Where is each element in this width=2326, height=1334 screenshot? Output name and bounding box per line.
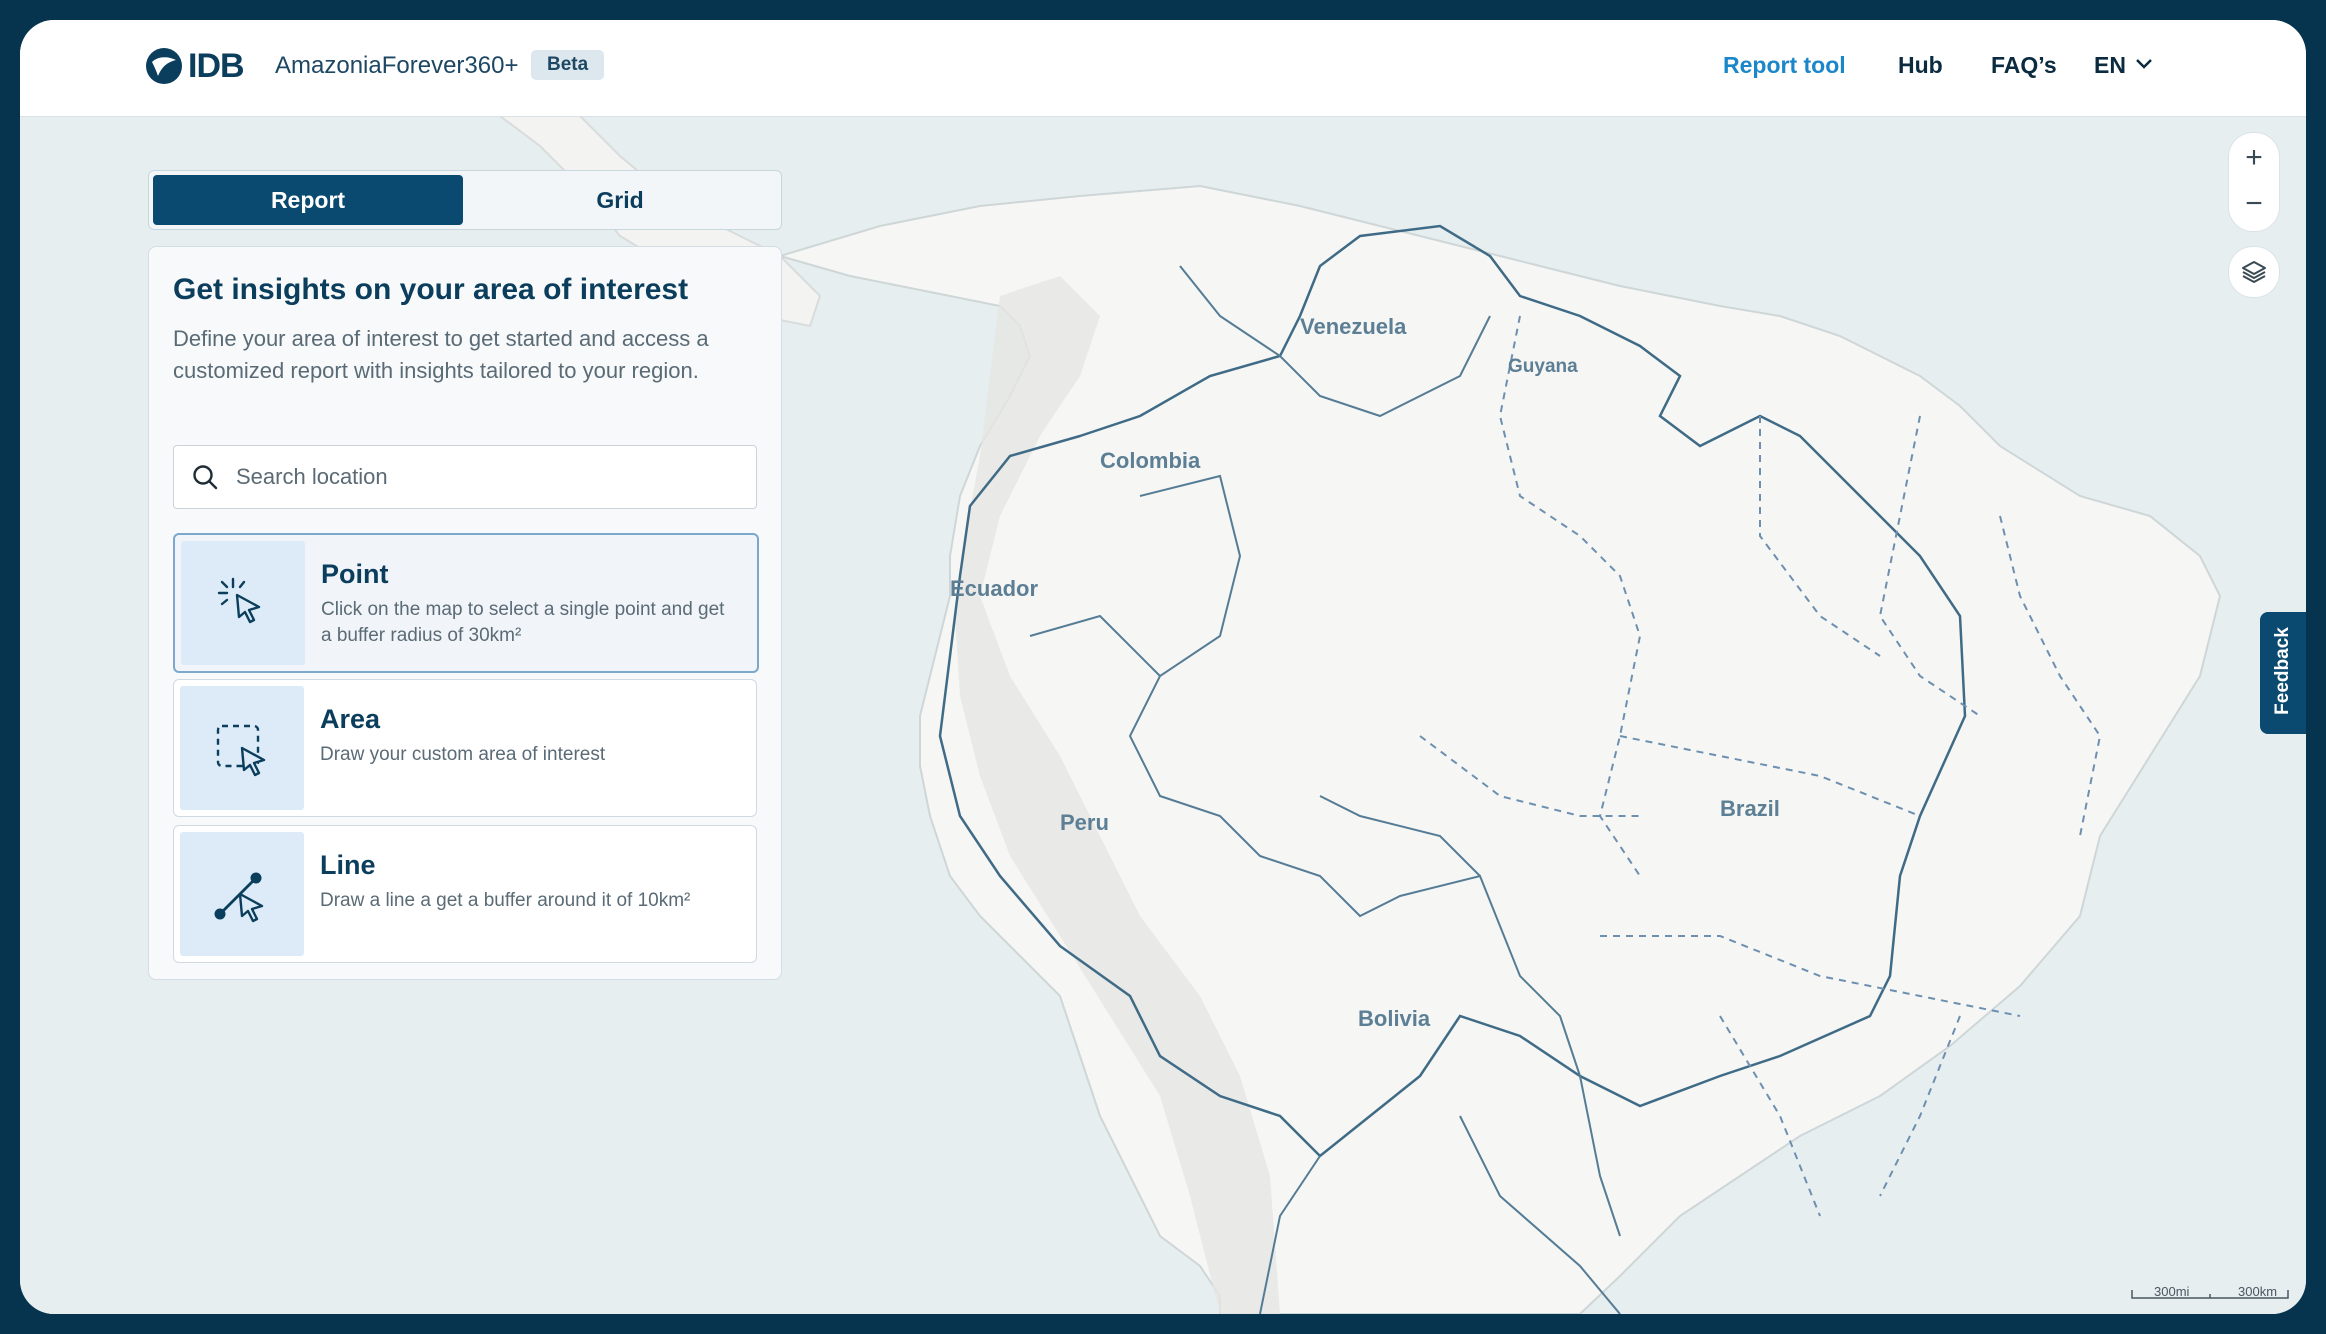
option-description: Draw a line a get a buffer around it of …	[320, 890, 691, 911]
map-label-venezuela: Venezuela	[1300, 314, 1407, 339]
option-title: Line	[320, 850, 376, 880]
map-label-colombia: Colombia	[1100, 448, 1201, 473]
layers-button[interactable]	[2228, 246, 2280, 298]
layers-icon	[2242, 261, 2266, 283]
app-name: AmazoniaForever360+	[275, 52, 519, 79]
option-title: Area	[320, 704, 381, 734]
zoom-controls: + −	[2228, 132, 2280, 232]
map-scale-bar: 300mi 300km	[2130, 1284, 2290, 1300]
nav-report-tool[interactable]: Report tool	[1723, 52, 1846, 79]
beta-badge: Beta	[531, 50, 605, 80]
zoom-in-button[interactable]: +	[2229, 135, 2279, 181]
nav-faqs[interactable]: FAQ’s	[1991, 52, 2057, 79]
map-label-ecuador: Ecuador	[950, 576, 1038, 601]
scale-line	[2131, 1290, 2289, 1299]
option-description: Draw your custom area of interest	[320, 744, 606, 765]
chevron-down-icon[interactable]	[2135, 58, 2153, 70]
option-title: Point	[321, 559, 389, 589]
tab-grid[interactable]: Grid	[465, 175, 775, 225]
search-icon	[193, 465, 218, 490]
option-icon-container	[180, 686, 304, 810]
map-label-peru: Peru	[1060, 810, 1109, 835]
feedback-label: Feedback	[2272, 627, 2293, 715]
option-point[interactable]: Point Click on the map to select a singl…	[173, 533, 759, 673]
panel-title: Get insights on your area of interest	[173, 273, 689, 306]
report-panel: Get insights on your area of interest De…	[148, 246, 782, 980]
map-label-guyana: Guyana	[1508, 356, 1578, 377]
option-icon-container	[181, 541, 305, 665]
option-icon-container	[180, 832, 304, 956]
area-select-icon	[216, 724, 266, 777]
top-navigation-bar: IDB AmazoniaForever360+ Beta Report tool…	[20, 20, 2306, 117]
line-select-icon	[214, 872, 264, 923]
map-label-brazil: Brazil	[1720, 796, 1780, 821]
tab-report[interactable]: Report	[153, 175, 463, 225]
idb-logo-icon	[146, 48, 182, 84]
option-line[interactable]: Line Draw a line a get a buffer around i…	[173, 825, 757, 963]
point-select-icon	[217, 577, 261, 624]
option-area[interactable]: Area Draw your custom area of interest	[173, 679, 757, 817]
option-description: Click on the map to select a single poin…	[321, 599, 725, 646]
logo-text: IDB	[188, 46, 245, 85]
mode-tabs: Report Grid	[148, 170, 782, 230]
app-window: Venezuela Guyana Colombia Ecuador Peru B…	[20, 20, 2306, 1314]
feedback-tab[interactable]: Feedback	[2260, 612, 2306, 734]
language-selector[interactable]: EN	[2094, 52, 2126, 79]
idb-logo[interactable]: IDB	[144, 46, 245, 86]
search-placeholder: Search location	[236, 464, 388, 489]
nav-hub[interactable]: Hub	[1898, 52, 1943, 79]
zoom-out-button[interactable]: −	[2229, 181, 2279, 227]
panel-description: Define your area of interest to get star…	[173, 326, 709, 383]
search-location-input[interactable]: Search location	[173, 445, 757, 509]
map-label-bolivia: Bolivia	[1358, 1006, 1431, 1031]
